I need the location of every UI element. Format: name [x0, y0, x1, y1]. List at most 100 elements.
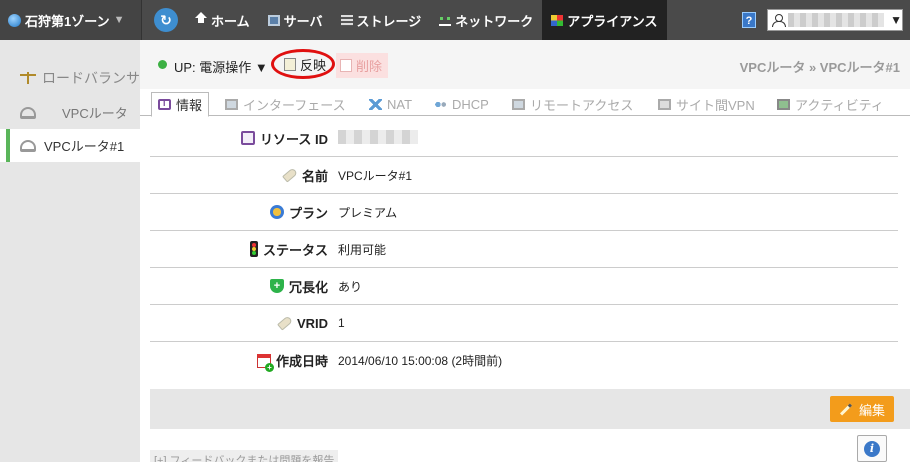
- tab-activity[interactable]: アクティビティ: [777, 92, 884, 116]
- feedback-link[interactable]: [+] フィードバックまたは問題を報告: [150, 450, 338, 462]
- nav-item-label: ネットワーク: [455, 13, 534, 29]
- tag-icon: [277, 315, 293, 331]
- tab-label: リモートアクセス: [530, 97, 634, 113]
- nav-item-appliance[interactable]: アプライアンス: [542, 0, 667, 40]
- scale-icon: [20, 72, 36, 84]
- plan-label: プラン: [288, 205, 328, 221]
- field-label: 名前: [150, 166, 328, 185]
- tab-label: サイト間VPN: [676, 97, 755, 113]
- pencil-icon: [839, 402, 852, 416]
- resource-id-label: リソース ID: [260, 131, 328, 147]
- resource-id-value: [328, 129, 418, 147]
- network-icon: [439, 15, 452, 26]
- nav-item-server[interactable]: サーバ: [259, 0, 332, 40]
- table-row: 名前 VPCルータ#1: [150, 157, 898, 194]
- server-icon: [267, 14, 280, 26]
- status-value: 利用可能: [338, 242, 387, 257]
- tag-icon: [282, 167, 298, 183]
- name-label: 名前: [301, 168, 328, 184]
- chevron-down-icon: ▼: [890, 13, 902, 27]
- traffic-light-icon: [249, 241, 258, 257]
- delete-button[interactable]: 削除: [336, 53, 388, 78]
- sidebar-item-label: ロードバランサ: [42, 70, 140, 86]
- tab-site-vpn[interactable]: サイト間VPN: [658, 92, 755, 116]
- tab-dhcp[interactable]: DHCP: [434, 92, 489, 116]
- delete-button-label: 削除: [356, 59, 383, 74]
- nav-item-label: アプライアンス: [567, 13, 658, 29]
- sidebar-item-load-balancer[interactable]: ロードバランサ: [0, 40, 140, 96]
- field-label: ステータス: [150, 240, 328, 259]
- nav-item-network[interactable]: ネットワーク: [430, 0, 542, 40]
- redundancy-label: 冗長化: [288, 279, 328, 295]
- created-label: 作成日時: [275, 354, 328, 369]
- info-icon: [158, 98, 171, 110]
- tab-label: アクティビティ: [795, 97, 884, 113]
- nav-item-label: ホーム: [211, 13, 250, 29]
- cloud-icon: [20, 106, 36, 119]
- info-button[interactable]: i: [857, 435, 887, 462]
- field-label: リソース ID: [150, 129, 328, 148]
- activity-icon: [777, 98, 790, 110]
- user-name-masked: [787, 13, 885, 27]
- table-row: プラン プレミアム: [150, 194, 898, 231]
- user-icon: [772, 13, 786, 27]
- tab-info[interactable]: 情報: [151, 92, 210, 117]
- tab-label: DHCP: [452, 96, 489, 112]
- monitor-icon: [512, 98, 525, 110]
- nav-item-label: サーバ: [283, 13, 323, 29]
- details-table: リソース ID 名前 VPCルータ#1 プラン プレミアム ステータス 利用可能…: [150, 120, 898, 379]
- field-label: 作成日時: [150, 351, 328, 372]
- nav-item-label: ストレージ: [356, 13, 422, 29]
- info-icon: i: [864, 440, 880, 457]
- globe-icon: [8, 13, 21, 27]
- table-row: 作成日時 2014/06/10 15:00:08 (2時間前): [150, 342, 898, 379]
- tab-nat[interactable]: NAT: [369, 92, 412, 116]
- table-row: + 冗長化 あり: [150, 268, 898, 305]
- calendar-add-icon: [256, 353, 274, 372]
- field-label: + 冗長化: [150, 277, 328, 296]
- nav-item-storage[interactable]: ストレージ: [332, 0, 431, 40]
- dhcp-icon: [434, 98, 447, 110]
- status-label: ステータス: [262, 242, 328, 258]
- tab-label: インターフェース: [243, 97, 346, 113]
- medal-icon: [269, 205, 284, 219]
- power-operation-menu[interactable]: UP: 電源操作 ▼: [174, 57, 268, 76]
- action-bar: UP: 電源操作 ▼ 反映 削除 VPCルータ » VPCルータ#1: [140, 40, 910, 89]
- tab-interface[interactable]: インターフェース: [225, 92, 346, 116]
- zone-selector[interactable]: 石狩第1ゾーン ▼: [0, 0, 142, 40]
- table-row: リソース ID: [150, 120, 898, 157]
- breadcrumb: VPCルータ » VPCルータ#1: [739, 60, 900, 75]
- field-label: VRID: [150, 315, 328, 331]
- edit-button[interactable]: 編集: [830, 396, 894, 422]
- name-value: VPCルータ#1: [338, 168, 413, 183]
- refresh-icon: ↻: [160, 11, 172, 28]
- user-menu[interactable]: ▼: [767, 9, 903, 31]
- storage-icon: [340, 14, 353, 26]
- vrid-value: 1: [338, 316, 345, 330]
- table-row: ステータス 利用可能: [150, 231, 898, 268]
- plan-value: プレミアム: [338, 205, 398, 220]
- sidebar-item-vpc-router-1[interactable]: VPCルータ#1: [0, 129, 140, 162]
- chevron-down-icon: ▼: [113, 14, 125, 26]
- monitor-icon: [225, 98, 238, 110]
- zone-label: 石狩第1ゾーン: [25, 13, 110, 29]
- vpn-icon: [658, 98, 671, 110]
- id-icon: [241, 131, 256, 145]
- nav-item-home[interactable]: ホーム: [186, 0, 259, 40]
- shield-plus-icon: +: [269, 279, 284, 293]
- trash-icon: [340, 59, 352, 72]
- help-button[interactable]: ?: [742, 12, 756, 28]
- status-dot-icon: [158, 60, 167, 69]
- appliance-icon: [551, 14, 564, 26]
- tab-label: NAT: [387, 96, 413, 112]
- redundancy-value: あり: [338, 279, 363, 294]
- refresh-button[interactable]: ↻: [154, 8, 178, 32]
- sidebar-item-vpc-router[interactable]: VPCルータ: [0, 96, 140, 129]
- tab-remote-access[interactable]: リモートアクセス: [512, 92, 633, 116]
- table-row: VRID 1: [150, 305, 898, 342]
- created-value: 2014/06/10 15:00:08 (2時間前): [338, 354, 503, 368]
- sidebar-item-label: VPCルータ#1: [44, 139, 125, 154]
- sidebar-item-label: VPCルータ: [62, 106, 128, 121]
- tab-bar: 情報 インターフェース NAT DHCP リモートアクセス サイト間VPN アク…: [140, 89, 910, 117]
- home-icon: [195, 11, 207, 26]
